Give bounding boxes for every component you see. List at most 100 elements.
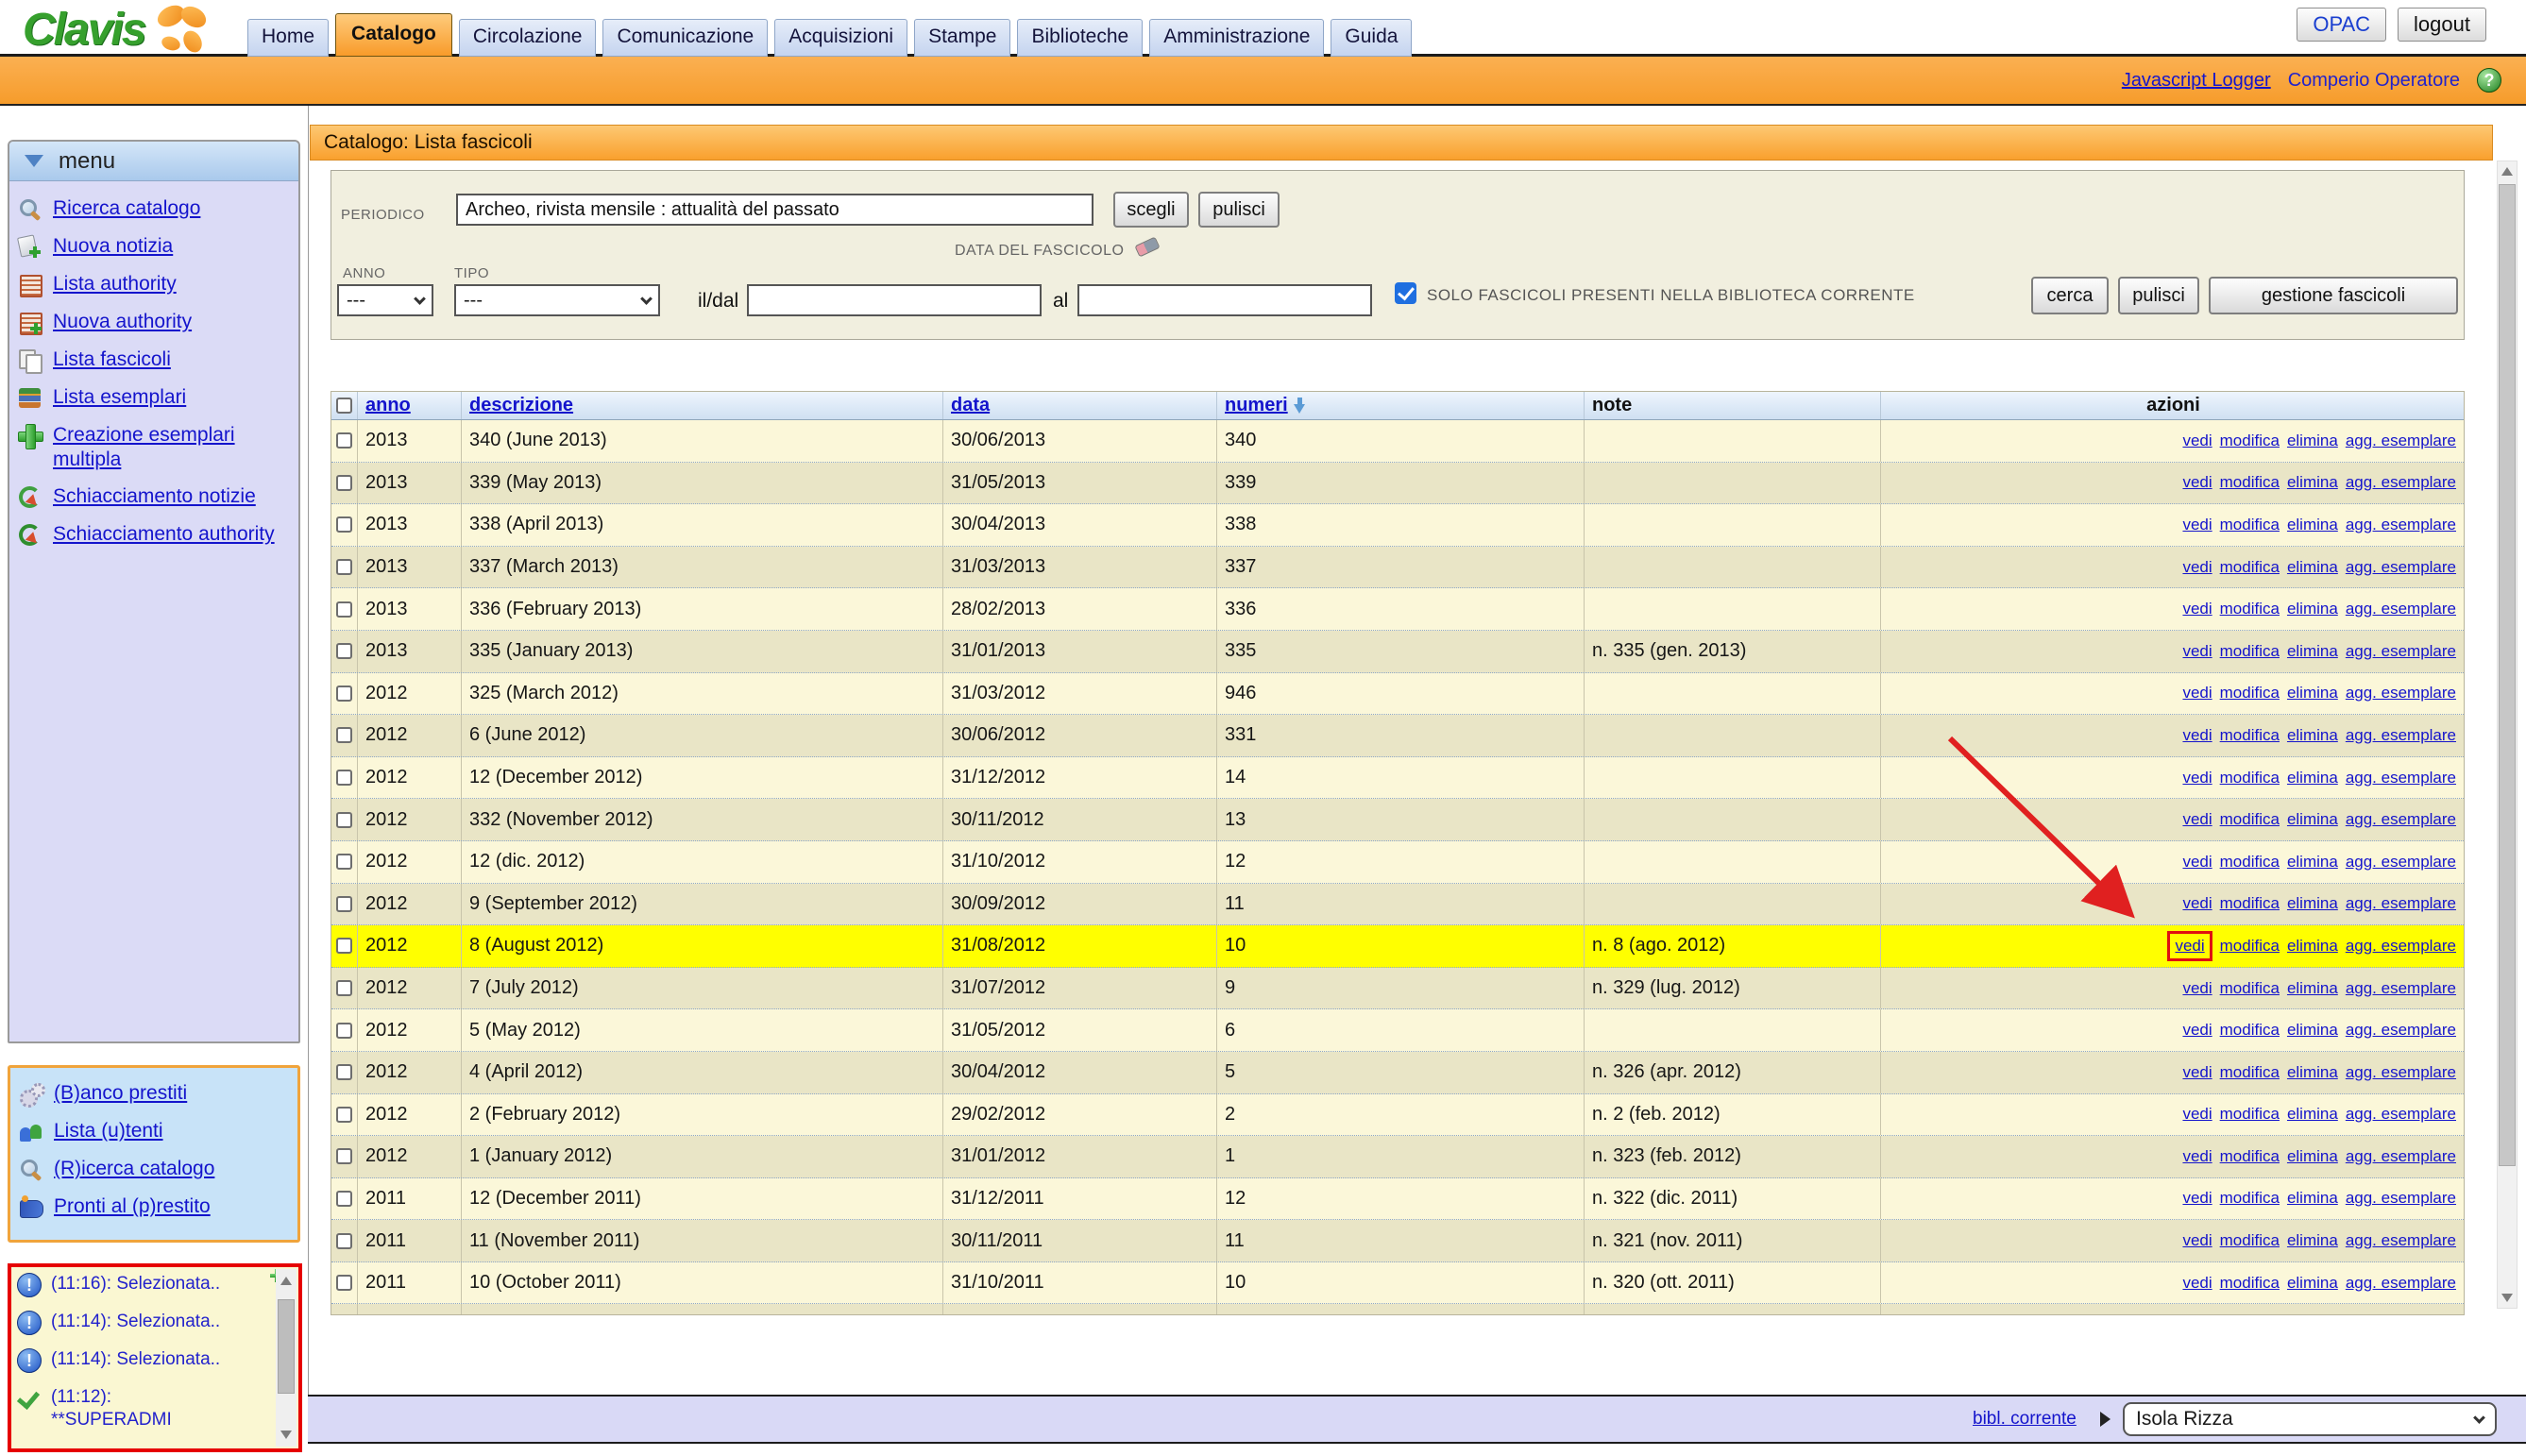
row-checkbox[interactable]	[336, 432, 352, 449]
agg-esemplare-link[interactable]: agg. esemplare	[2346, 810, 2456, 829]
shortcut-link[interactable]: (R)icerca catalogo	[54, 1157, 214, 1181]
agg-esemplare-link[interactable]: agg. esemplare	[2346, 1231, 2456, 1250]
agg-esemplare-link[interactable]: agg. esemplare	[2346, 516, 2456, 534]
menu-item-link[interactable]: Schiacciamento notizie	[53, 484, 256, 509]
elimina-link[interactable]: elimina	[2287, 937, 2338, 956]
modifica-link[interactable]: modifica	[2220, 726, 2280, 745]
vedi-link[interactable]: vedi	[2182, 979, 2212, 998]
agg-esemplare-link[interactable]: agg. esemplare	[2346, 726, 2456, 745]
elimina-link[interactable]: elimina	[2287, 558, 2338, 577]
data-al-input[interactable]	[1077, 284, 1372, 316]
agg-esemplare-link[interactable]: agg. esemplare	[2346, 1063, 2456, 1082]
agg-esemplare-link[interactable]: agg. esemplare	[2346, 684, 2456, 703]
elimina-link[interactable]: elimina	[2287, 853, 2338, 872]
row-checkbox[interactable]	[336, 686, 352, 702]
opac-button[interactable]: OPAC	[2297, 8, 2386, 42]
menu-item-link[interactable]: Lista fascicoli	[53, 347, 171, 372]
elimina-link[interactable]: elimina	[2287, 979, 2338, 998]
scroll-up-icon[interactable]	[280, 1277, 292, 1285]
agg-esemplare-link[interactable]: agg. esemplare	[2346, 853, 2456, 872]
elimina-link[interactable]: elimina	[2287, 726, 2338, 745]
vedi-link[interactable]: vedi	[2182, 1189, 2212, 1208]
elimina-link[interactable]: elimina	[2287, 894, 2338, 913]
status-message[interactable]: (11:16): Selezionata..	[17, 1273, 263, 1297]
nav-tab[interactable]: Stampe	[914, 19, 1010, 57]
vedi-link[interactable]: vedi	[2182, 684, 2212, 703]
elimina-link[interactable]: elimina	[2287, 1105, 2338, 1124]
modifica-link[interactable]: modifica	[2220, 516, 2280, 534]
sort-numeri-link[interactable]: numeri	[1225, 395, 1288, 416]
menu-item-link[interactable]: Nuova authority	[53, 310, 192, 334]
row-checkbox[interactable]	[336, 770, 352, 786]
periodico-input[interactable]	[456, 194, 1093, 226]
vedi-link[interactable]: vedi	[2182, 473, 2212, 492]
vedi-link[interactable]: vedi	[2182, 726, 2212, 745]
menu-item-link[interactable]: Lista authority	[53, 272, 177, 296]
elimina-link[interactable]: elimina	[2287, 1274, 2338, 1293]
modifica-link[interactable]: modifica	[2220, 600, 2280, 618]
sidebar-item[interactable]: Lista authority	[17, 272, 291, 297]
status-message[interactable]: (11:12): **SUPERADMI	[17, 1386, 263, 1431]
vedi-link[interactable]: vedi	[2182, 1147, 2212, 1166]
elimina-link[interactable]: elimina	[2287, 1063, 2338, 1082]
row-checkbox[interactable]	[336, 854, 352, 870]
solo-fascicoli-checkbox[interactable]	[1395, 282, 1416, 304]
elimina-link[interactable]: elimina	[2287, 810, 2338, 829]
nav-tab[interactable]: Circolazione	[459, 19, 597, 57]
scroll-down-icon[interactable]	[2501, 1294, 2513, 1302]
agg-esemplare-link[interactable]: agg. esemplare	[2346, 558, 2456, 577]
sort-anno-link[interactable]: anno	[365, 395, 411, 416]
agg-esemplare-link[interactable]: agg. esemplare	[2346, 1021, 2456, 1040]
modifica-link[interactable]: modifica	[2220, 642, 2280, 661]
scroll-down-icon[interactable]	[280, 1431, 292, 1439]
modifica-link[interactable]: modifica	[2220, 1063, 2280, 1082]
status-message[interactable]: (11:14): Selezionata..	[17, 1348, 263, 1373]
modifica-link[interactable]: modifica	[2220, 810, 2280, 829]
modifica-link[interactable]: modifica	[2220, 684, 2280, 703]
vedi-link[interactable]: vedi	[2182, 1021, 2212, 1040]
logout-button[interactable]: logout	[2398, 8, 2486, 42]
elimina-link[interactable]: elimina	[2287, 1189, 2338, 1208]
shortcut-item[interactable]: (B)anco prestiti	[18, 1081, 290, 1107]
modifica-link[interactable]: modifica	[2220, 1147, 2280, 1166]
row-checkbox[interactable]	[336, 1191, 352, 1207]
modifica-link[interactable]: modifica	[2220, 937, 2280, 956]
vedi-link[interactable]: vedi	[2182, 1231, 2212, 1250]
shortcut-item[interactable]: Pronti al (p)restito	[18, 1194, 290, 1220]
scegli-button[interactable]: scegli	[1113, 192, 1189, 228]
vedi-link[interactable]: vedi	[2182, 558, 2212, 577]
vedi-link[interactable]: vedi	[2182, 769, 2212, 787]
nav-tab[interactable]: Home	[247, 19, 329, 57]
nav-tab[interactable]: Acquisizioni	[774, 19, 907, 57]
modifica-link[interactable]: modifica	[2220, 769, 2280, 787]
elimina-link[interactable]: elimina	[2287, 769, 2338, 787]
sidebar-item[interactable]: Nuova authority	[17, 310, 291, 335]
modifica-link[interactable]: modifica	[2220, 558, 2280, 577]
elimina-link[interactable]: elimina	[2287, 600, 2338, 618]
shortcut-link[interactable]: (B)anco prestiti	[54, 1081, 187, 1106]
row-checkbox[interactable]	[336, 601, 352, 618]
elimina-link[interactable]: elimina	[2287, 1231, 2338, 1250]
cerca-button[interactable]: cerca	[2031, 277, 2109, 314]
row-checkbox[interactable]	[336, 896, 352, 912]
row-checkbox[interactable]	[336, 559, 352, 575]
agg-esemplare-link[interactable]: agg. esemplare	[2346, 979, 2456, 998]
menu-item-link[interactable]: Ricerca catalogo	[53, 196, 200, 221]
nav-tab[interactable]: Biblioteche	[1017, 19, 1143, 57]
vedi-link[interactable]: vedi	[2175, 937, 2204, 956]
sidebar-item[interactable]: Creazione esemplari multipla	[17, 423, 291, 472]
vedi-link[interactable]: vedi	[2182, 810, 2212, 829]
vedi-link[interactable]: vedi	[2182, 1105, 2212, 1124]
modifica-link[interactable]: modifica	[2220, 1189, 2280, 1208]
vedi-link[interactable]: vedi	[2182, 600, 2212, 618]
vedi-link[interactable]: vedi	[2182, 432, 2212, 450]
help-icon[interactable]	[2477, 68, 2501, 93]
menu-item-link[interactable]: Nuova notizia	[53, 234, 173, 259]
elimina-link[interactable]: elimina	[2287, 642, 2338, 661]
gestione-fascicoli-button[interactable]: gestione fascicoli	[2209, 277, 2458, 314]
elimina-link[interactable]: elimina	[2287, 1147, 2338, 1166]
vedi-link[interactable]: vedi	[2182, 894, 2212, 913]
vedi-link[interactable]: vedi	[2182, 853, 2212, 872]
pulisci-periodico-button[interactable]: pulisci	[1198, 192, 1280, 228]
data-dal-input[interactable]	[747, 284, 1042, 316]
